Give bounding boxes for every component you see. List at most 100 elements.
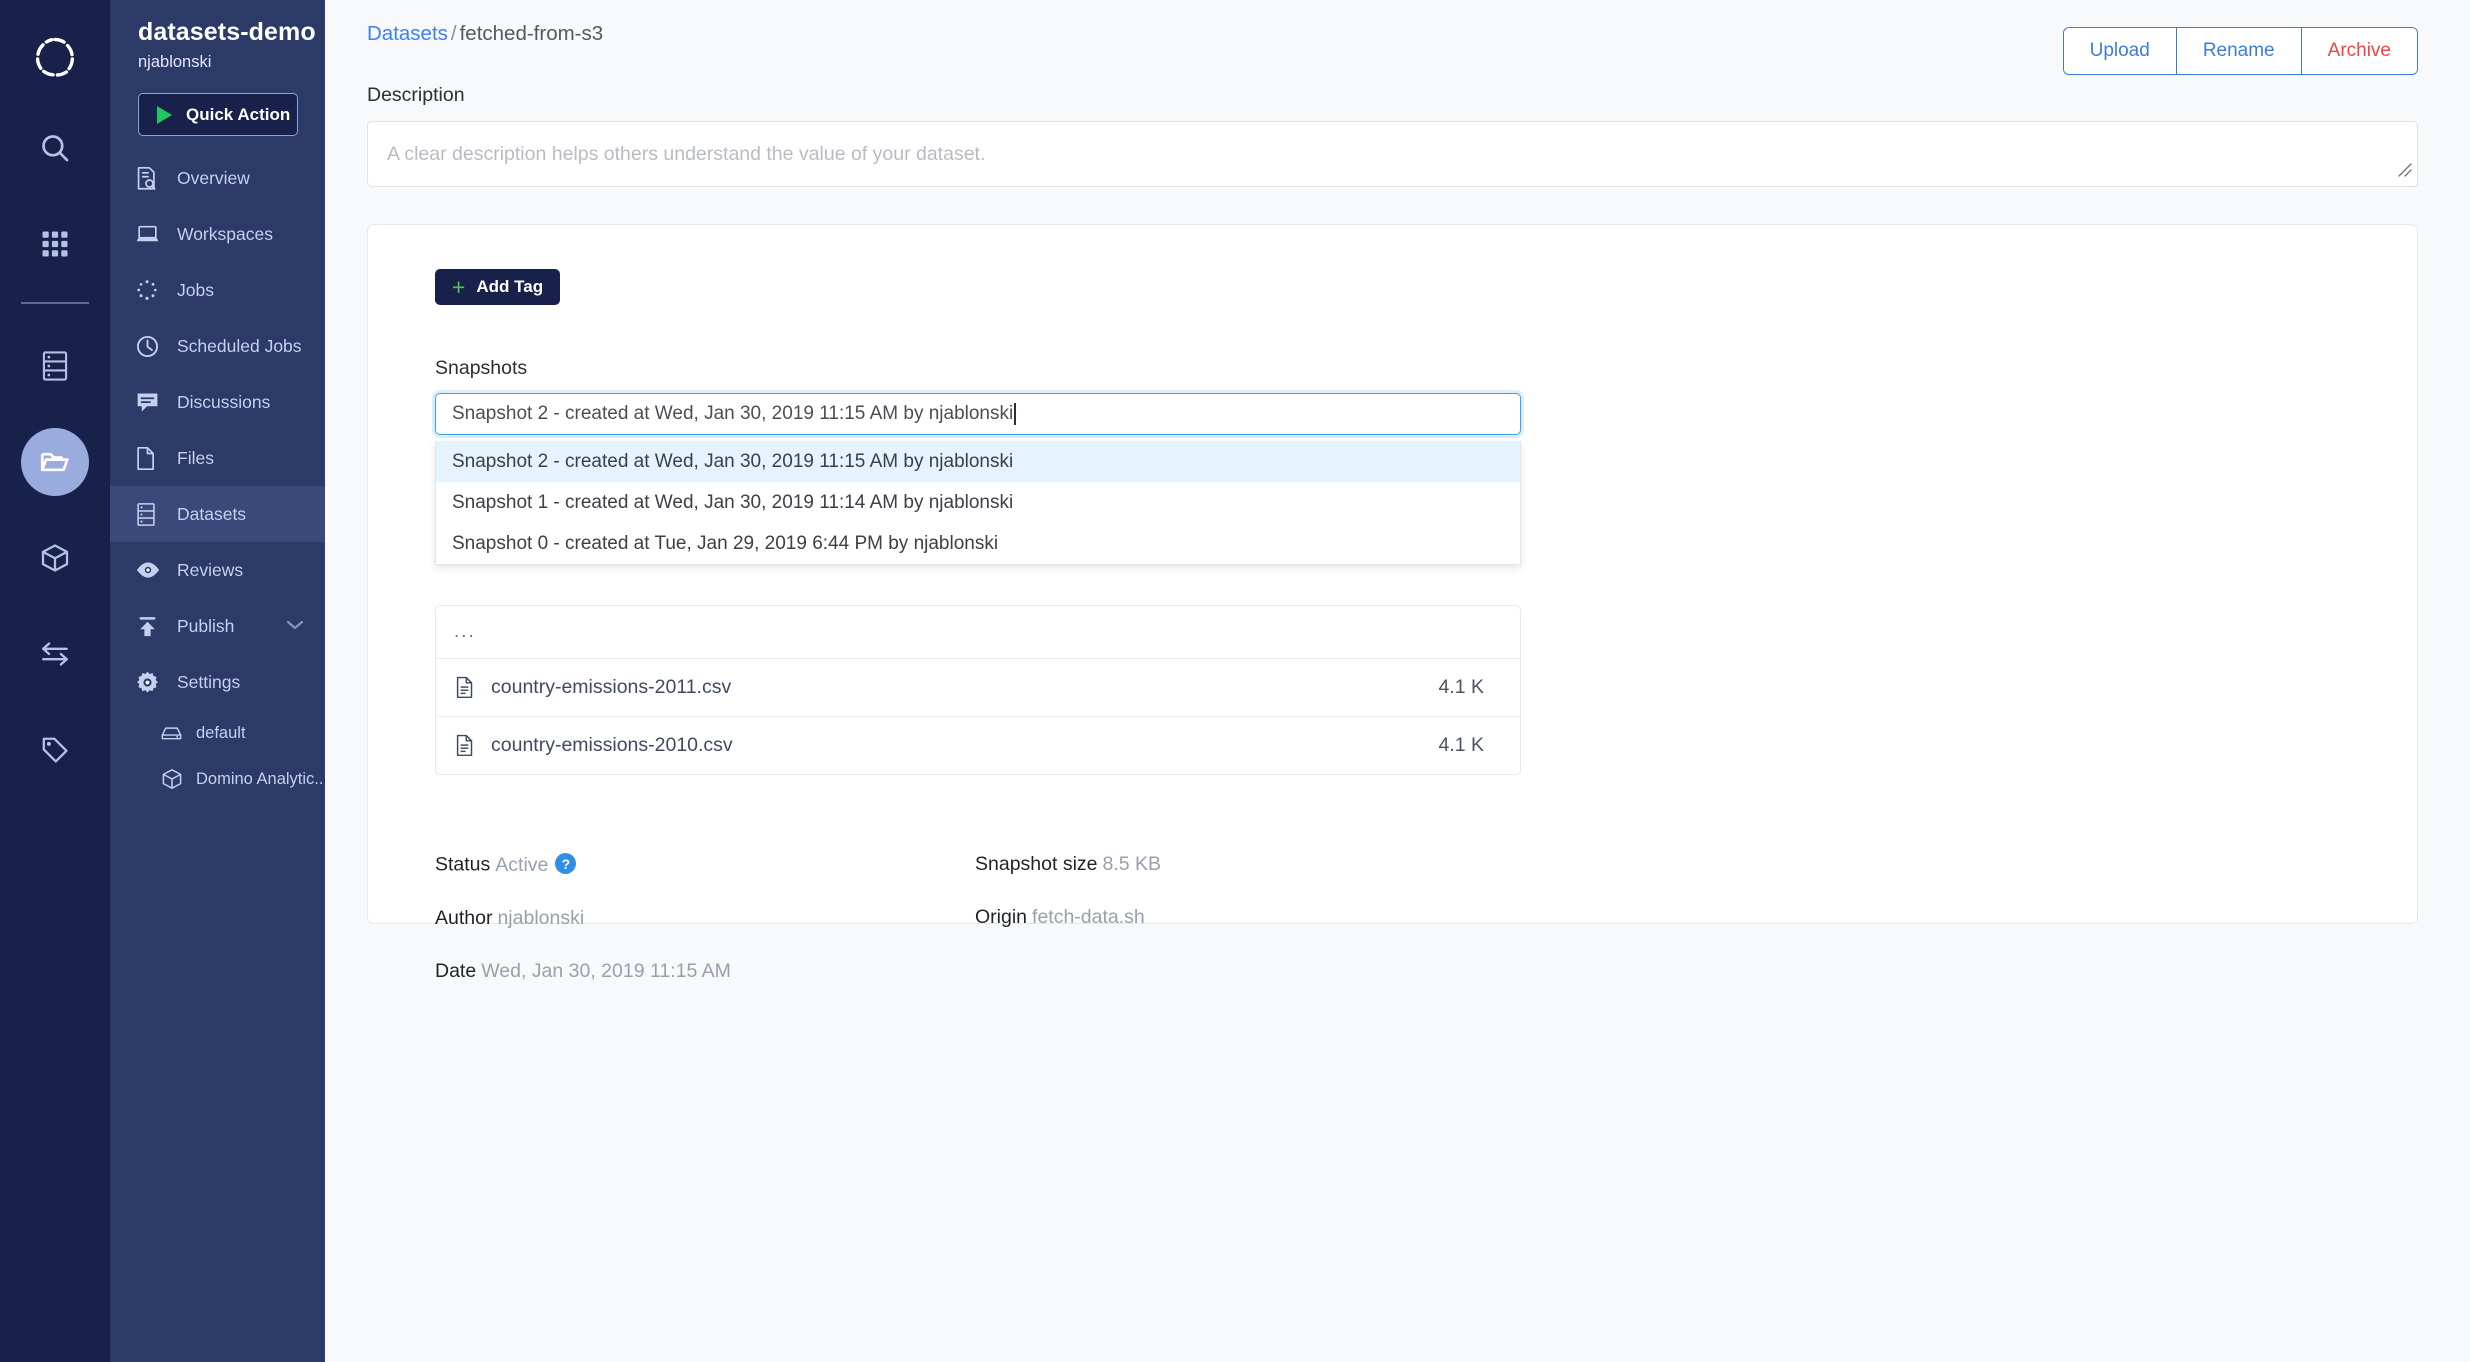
clock-icon (135, 334, 169, 359)
tag-icon (21, 716, 89, 784)
file-row[interactable]: country-emissions-2011.csv 4.1 K (436, 658, 1520, 716)
file-icon (455, 676, 487, 699)
status-value: Active (495, 853, 549, 876)
rail-item-apps[interactable] (0, 196, 110, 292)
snapshot-option[interactable]: Snapshot 2 - created at Wed, Jan 30, 201… (436, 441, 1520, 482)
laptop-icon (135, 223, 169, 245)
snapshot-size-row: Snapshot size 8.5 KB (975, 853, 1515, 876)
rail-item-data[interactable] (0, 318, 110, 414)
snapshots-label: Snapshots (435, 357, 528, 379)
publish-upload-icon (135, 614, 169, 639)
header-action-buttons: Upload Rename Archive (2062, 27, 2418, 75)
snapshot-size-value: 8.5 KB (1102, 853, 1162, 875)
grid-apps-icon (21, 210, 89, 278)
breadcrumb-current: fetched-from-s3 (459, 22, 604, 45)
file-name: country-emissions-2010.csv (491, 734, 733, 756)
file-icon (455, 734, 487, 757)
sidebar-item-publish[interactable]: Publish (110, 598, 325, 654)
file-size: 4.1 K (1438, 734, 1484, 756)
origin-value: fetch-data.sh (1032, 906, 1145, 928)
file-list-ellipsis: ... (454, 621, 476, 642)
breadcrumb-datasets-link[interactable]: Datasets (367, 22, 448, 45)
project-nav: Overview Workspaces Jobs Scheduled Jobs … (110, 150, 328, 802)
origin-label: Origin (975, 906, 1028, 928)
status-label: Status (435, 853, 491, 876)
sidebar-item-label: Scheduled Jobs (177, 335, 302, 356)
rail-item-environments[interactable] (0, 510, 110, 606)
resize-handle-icon[interactable] (2395, 160, 2413, 183)
metadata-column-right: Snapshot size 8.5 KB Origin fetch-data.sh (975, 853, 1515, 1013)
snapshot-file-list: ... country-emissions-2011.csv 4.1 K cou… (435, 605, 1521, 775)
chevron-down-icon[interactable] (285, 616, 305, 637)
cube-environments-icon (21, 524, 89, 592)
sidebar-item-settings[interactable]: Settings (110, 654, 325, 710)
sidebar-item-label: Settings (177, 671, 241, 692)
server-data-icon (135, 502, 169, 527)
hard-drive-icon (160, 724, 190, 743)
domino-logo-icon[interactable] (0, 14, 110, 100)
quick-action-label: Quick Action (186, 104, 291, 124)
sidebar-item-label: Overview (177, 167, 250, 188)
search-icon (21, 114, 89, 182)
main-content: Datasets / fetched-from-s3 Upload Rename A… (325, 0, 2470, 1362)
description-label: Description (367, 84, 465, 106)
sidebar-item-overview[interactable]: Overview (110, 150, 325, 206)
sidebar-item-label: Discussions (177, 391, 271, 412)
rail-item-transfer[interactable] (0, 606, 110, 702)
overview-icon (135, 166, 169, 191)
plus-icon: + (451, 273, 466, 300)
sidebar-item-reviews[interactable]: Reviews (110, 542, 325, 598)
archive-button[interactable]: Archive (2301, 28, 2417, 74)
sidebar-subitem-domino-analytic[interactable]: Domino Analytic... (110, 756, 328, 802)
rail-item-datasets[interactable] (0, 414, 110, 510)
breadcrumb-separator: / (450, 22, 457, 45)
upload-button[interactable]: Upload (2063, 28, 2177, 74)
snapshot-option[interactable]: Snapshot 0 - created at Tue, Jan 29, 201… (436, 523, 1520, 564)
server-data-icon (21, 332, 89, 400)
description-textarea[interactable]: A clear description helps others underst… (367, 121, 2418, 187)
sidebar-item-label: Files (177, 447, 214, 468)
sidebar-subitem-default[interactable]: default (110, 710, 325, 756)
breadcrumb: Datasets / fetched-from-s3 (367, 22, 603, 46)
file-name: country-emissions-2011.csv (491, 676, 732, 698)
spinner-dots-icon (135, 278, 169, 302)
snapshot-dropdown-menu: Snapshot 2 - created at Wed, Jan 30, 201… (435, 441, 1521, 565)
snapshot-select-value: Snapshot 2 - created at Wed, Jan 30, 201… (452, 403, 1014, 424)
sidebar-item-files[interactable]: Files (110, 430, 325, 486)
sidebar-item-workspaces[interactable]: Workspaces (110, 206, 325, 262)
quick-action-button[interactable]: Quick Action (138, 93, 298, 136)
snapshot-size-label: Snapshot size (975, 853, 1098, 875)
file-size: 4.1 K (1438, 676, 1484, 698)
sidebar-item-discussions[interactable]: Discussions (110, 374, 325, 430)
project-sidebar: datasets-demo njablonski Quick Action Ov… (110, 0, 328, 1362)
eye-icon (135, 560, 169, 580)
sidebar-item-scheduled-jobs[interactable]: Scheduled Jobs (110, 318, 325, 374)
rail-item-search[interactable] (0, 100, 110, 196)
sidebar-item-jobs[interactable]: Jobs (110, 262, 325, 318)
metadata-column-left: Status Active? Author njablonski Date Wed, … (435, 853, 975, 1013)
project-title: datasets-demo (138, 18, 316, 46)
add-tag-button[interactable]: + Add Tag (435, 269, 560, 305)
status-row: Status Active? (435, 853, 975, 877)
sidebar-item-datasets[interactable]: Datasets (110, 486, 325, 542)
play-icon (157, 105, 172, 124)
dataset-detail-card: + Add Tag Snapshots ... country-emission… (367, 224, 2418, 982)
help-icon[interactable]: ? (555, 853, 577, 874)
rail-divider (21, 302, 89, 304)
text-caret (1014, 403, 1016, 425)
author-row: Author njablonski (435, 907, 975, 930)
date-label: Date (435, 959, 477, 982)
description-placeholder: A clear description helps others underst… (387, 142, 986, 165)
add-tag-label: Add Tag (476, 277, 544, 296)
rail-item-tags[interactable] (0, 702, 110, 798)
sidebar-item-label: Reviews (177, 559, 244, 580)
snapshot-option[interactable]: Snapshot 1 - created at Wed, Jan 30, 201… (436, 482, 1520, 523)
snapshot-combobox-wrapper: Snapshot 2 - created at Wed, Jan 30, 201… (435, 393, 1521, 565)
rename-button[interactable]: Rename (2176, 28, 2302, 74)
global-icon-rail (0, 0, 110, 1362)
author-value: njablonski (497, 906, 585, 929)
snapshot-select-input[interactable]: Snapshot 2 - created at Wed, Jan 30, 201… (435, 393, 1521, 435)
gear-icon (135, 670, 169, 695)
folder-icon (21, 428, 89, 496)
file-row[interactable]: country-emissions-2010.csv 4.1 K (436, 716, 1520, 774)
